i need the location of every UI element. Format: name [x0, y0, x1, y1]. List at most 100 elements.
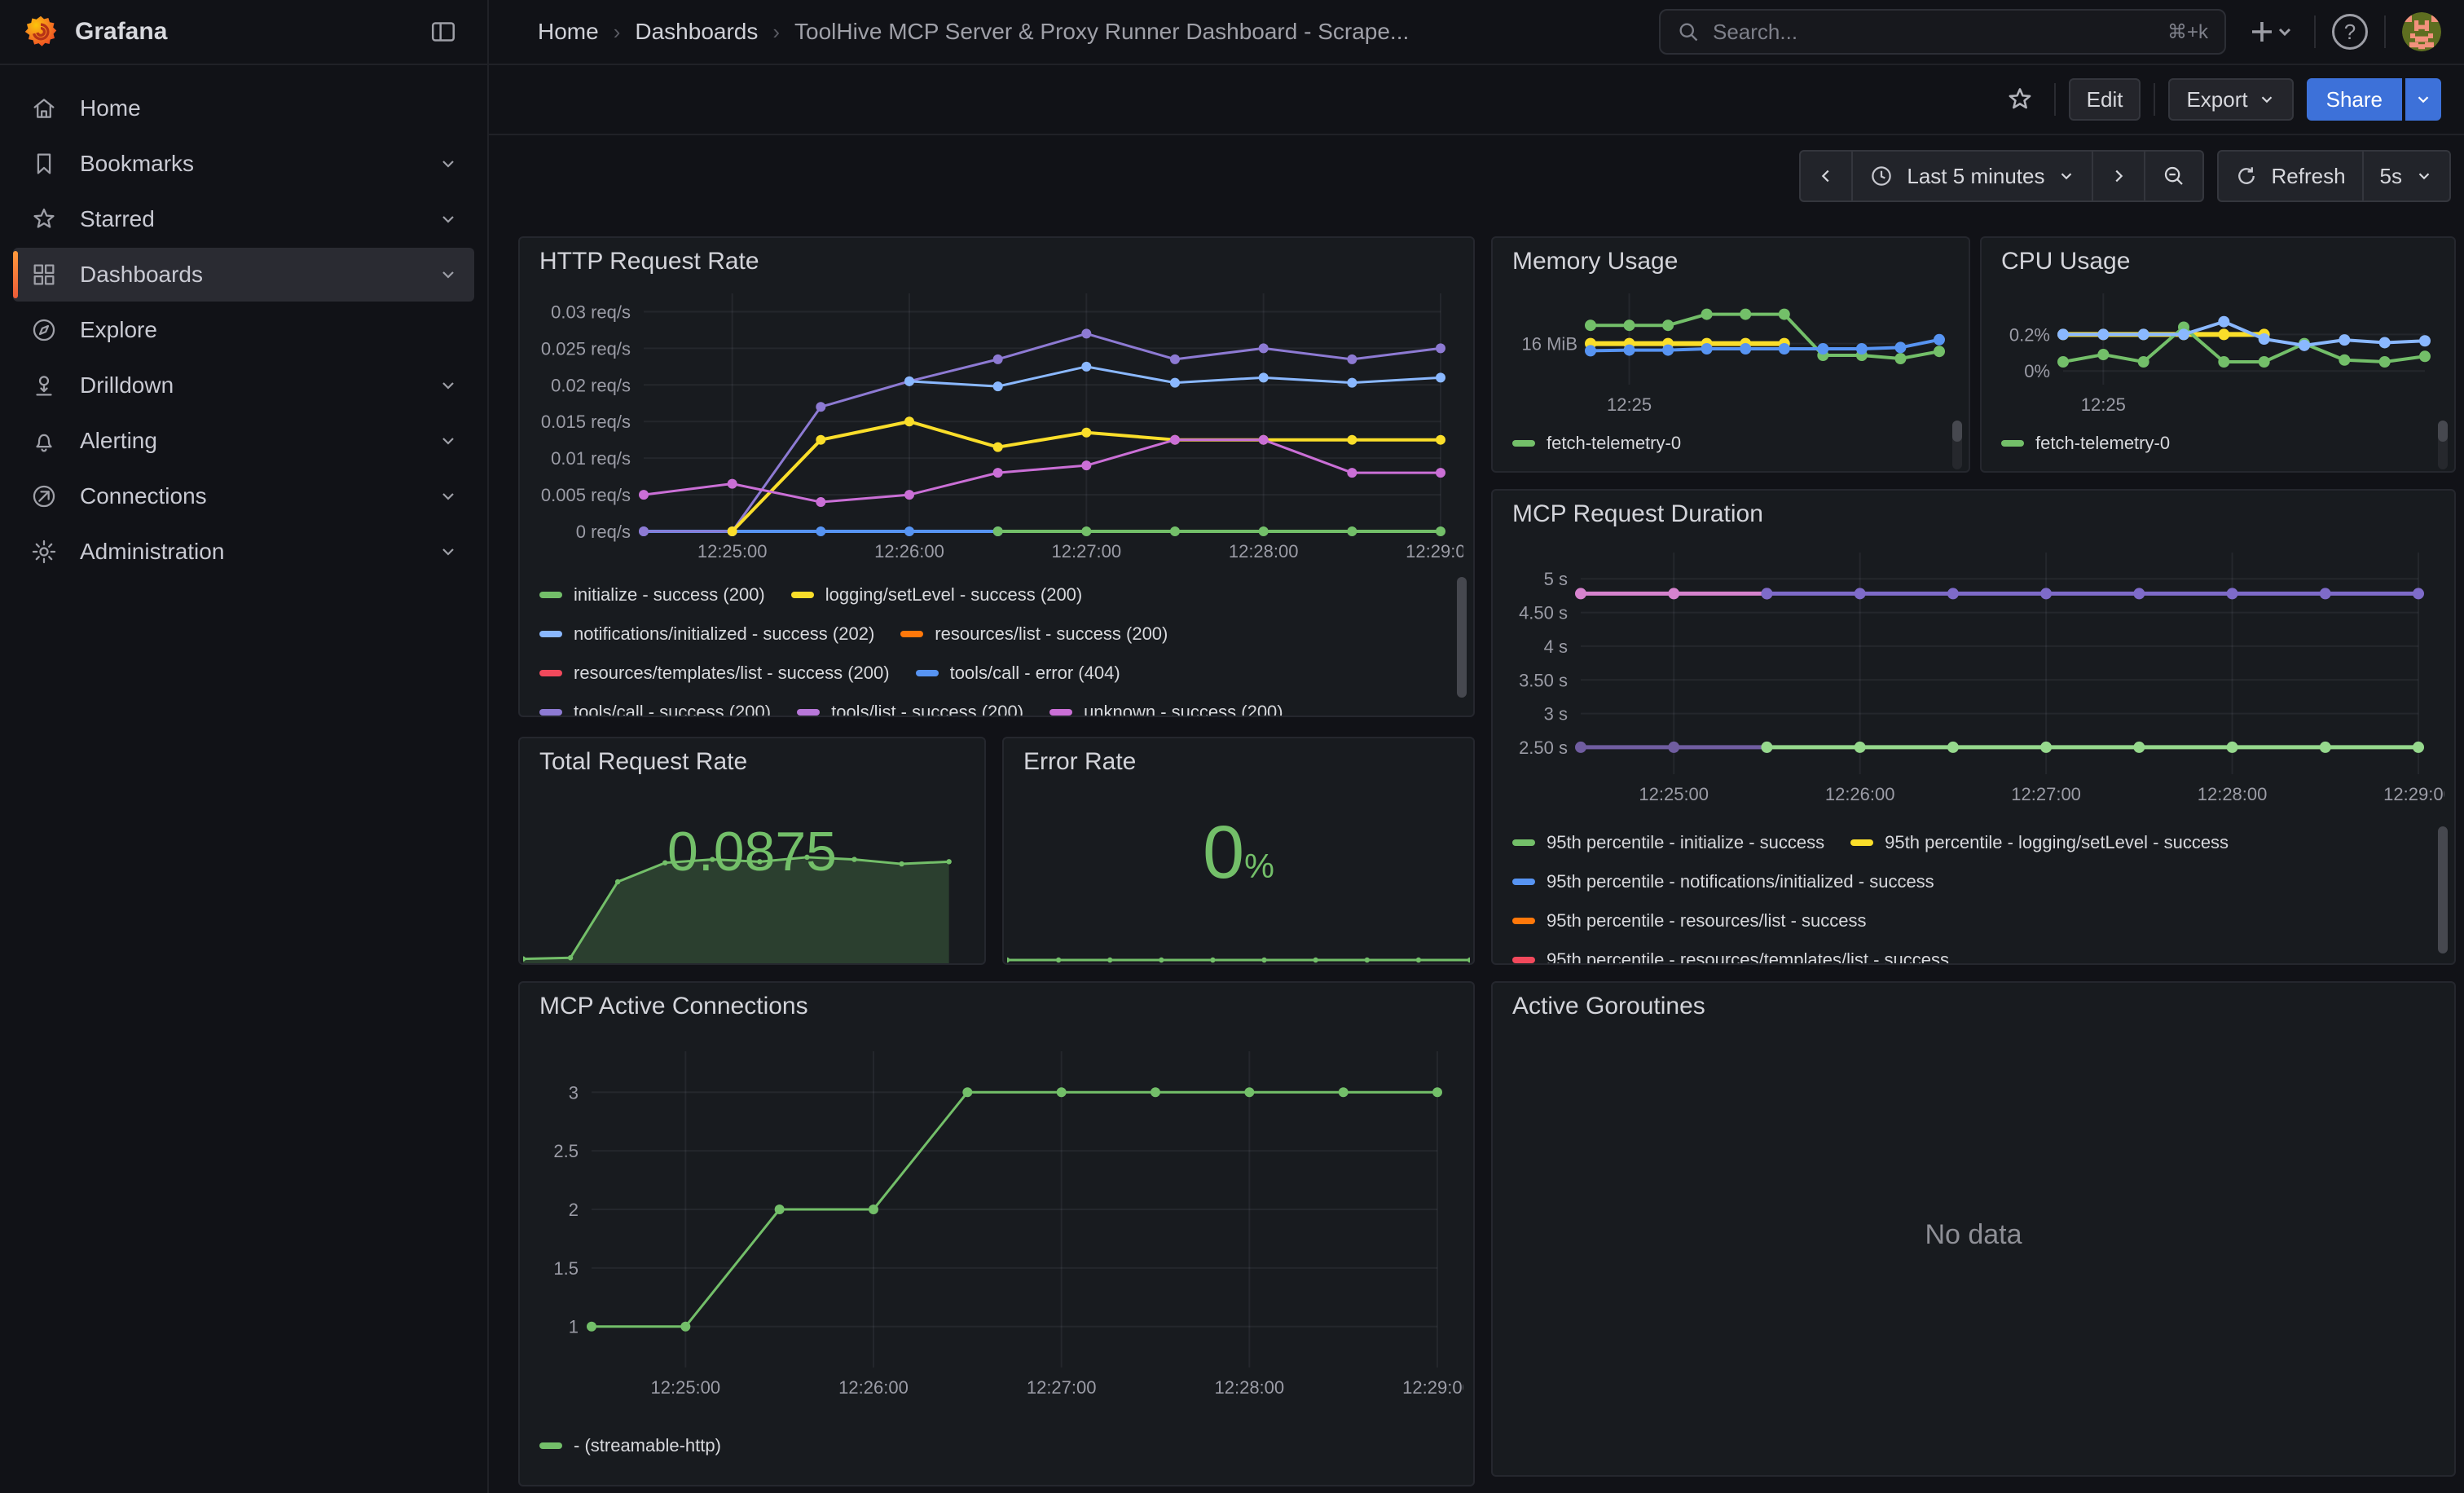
legend-item[interactable]: fetch-telemetry-0 — [2001, 433, 2170, 454]
svg-text:0.02 req/s: 0.02 req/s — [551, 375, 631, 395]
legend-item[interactable]: logging/setLevel - success (200) — [791, 584, 1083, 606]
chevron-down-icon[interactable] — [438, 487, 458, 506]
panel-title[interactable]: Error Rate — [1023, 748, 1136, 776]
svg-text:1.5: 1.5 — [553, 1258, 579, 1279]
svg-text:5 s: 5 s — [1544, 569, 1568, 589]
sidebar-item-connections[interactable]: Connections — [13, 469, 474, 523]
sidebar-item-explore[interactable]: Explore — [13, 303, 474, 357]
legend-scrollbar[interactable] — [1952, 421, 1962, 442]
legend-item[interactable]: unknown - success (200) — [1049, 702, 1283, 717]
chevron-down-icon[interactable] — [438, 154, 458, 174]
legend-label: notifications/initialized - success (202… — [574, 623, 874, 645]
legend-item[interactable]: 95th percentile - notifications/initiali… — [1512, 871, 1934, 892]
dashboard-toolbar: Edit Export Share — [489, 65, 2464, 135]
sidebar-header: Grafana — [0, 0, 487, 65]
legend-scrollbar[interactable] — [2438, 421, 2448, 442]
sidebar-item-administration[interactable]: Administration — [13, 525, 474, 579]
time-shift-forward-button[interactable] — [2092, 150, 2145, 202]
breadcrumb-home[interactable]: Home — [538, 19, 599, 45]
chevron-down-icon[interactable] — [438, 265, 458, 284]
sidebar-item-label: Bookmarks — [80, 151, 417, 177]
legend-swatch — [539, 670, 562, 676]
svg-text:12:25: 12:25 — [1607, 394, 1652, 415]
legend-row: fetch-telemetry-0 — [2001, 424, 2428, 463]
legend-swatch — [539, 592, 562, 598]
legend-label: fetch-telemetry-0 — [2035, 433, 2170, 454]
legend-swatch — [539, 1442, 562, 1449]
legend-item[interactable]: - (streamable-http) — [539, 1435, 721, 1456]
chevron-down-icon[interactable] — [438, 376, 458, 395]
search-box[interactable]: ⌘+k — [1659, 9, 2226, 55]
edit-button[interactable]: Edit — [2069, 78, 2141, 121]
panel-title[interactable]: Active Goroutines — [1512, 993, 1705, 1020]
legend-item[interactable]: 95th percentile - logging/setLevel - suc… — [1850, 832, 2229, 853]
legend-label: unknown - success (200) — [1084, 702, 1283, 717]
legend-item[interactable]: tools/call - success (200) — [539, 702, 771, 717]
legend-label: tools/call - error (404) — [950, 663, 1120, 684]
breadcrumb-separator: › — [772, 20, 780, 45]
sidebar-item-bookmarks[interactable]: Bookmarks — [13, 137, 474, 191]
chevron-down-icon[interactable] — [438, 209, 458, 229]
grafana-logo[interactable] — [23, 14, 59, 50]
chart-legend: initialize - success (200) logging/setLev… — [539, 575, 1447, 717]
gear-icon — [29, 538, 59, 566]
sidebar-item-dashboards[interactable]: Dashboards — [13, 248, 474, 302]
panel-title[interactable]: Memory Usage — [1512, 248, 1678, 275]
legend-row: tools/call - success (200) tools/list - s… — [539, 693, 1447, 717]
share-button[interactable]: Share — [2307, 78, 2402, 121]
legend-item[interactable]: resources/list - success (200) — [900, 623, 1168, 645]
svg-text:0.2%: 0.2% — [2009, 324, 2050, 345]
panel-title[interactable]: MCP Request Duration — [1512, 500, 1763, 528]
sidebar-collapse-icon[interactable] — [422, 11, 464, 53]
legend-item[interactable]: 95th percentile - initialize - success — [1512, 832, 1824, 853]
legend-scrollbar[interactable] — [1457, 577, 1467, 698]
user-avatar[interactable] — [2402, 12, 2441, 51]
search-input[interactable] — [1713, 20, 2154, 45]
sidebar-item-alerting[interactable]: Alerting — [13, 414, 474, 468]
panel-title[interactable]: CPU Usage — [2001, 248, 2130, 275]
legend-item[interactable]: 95th percentile - resources/list - succe… — [1512, 910, 1867, 931]
share-dropdown-caret[interactable] — [2405, 78, 2441, 121]
export-button[interactable]: Export — [2168, 78, 2293, 121]
legend-item[interactable]: tools/list - success (200) — [797, 702, 1023, 717]
legend-item[interactable]: resources/templates/list - success (200) — [539, 663, 890, 684]
panel-title[interactable]: HTTP Request Rate — [539, 248, 759, 275]
legend-item[interactable]: 95th percentile - resources/templates/li… — [1512, 949, 1949, 965]
legend-label: resources/list - success (200) — [935, 623, 1168, 645]
refresh-button[interactable]: Refresh — [2217, 150, 2363, 202]
legend-row: 95th percentile - initialize - success 95… — [1512, 823, 2428, 862]
legend-swatch — [791, 592, 814, 598]
svg-text:12:26:00: 12:26:00 — [838, 1377, 909, 1398]
zoom-out-time-button[interactable] — [2144, 150, 2204, 202]
panel-title[interactable]: Total Request Rate — [539, 748, 747, 776]
breadcrumb-dashboards[interactable]: Dashboards — [635, 19, 758, 45]
sidebar-item-home[interactable]: Home — [13, 81, 474, 135]
legend-row: 95th percentile - resources/templates/li… — [1512, 940, 2428, 965]
legend-item[interactable]: fetch-telemetry-0 — [1512, 433, 1681, 454]
grafana-app: Grafana Home Bookmarks Starred Dashboard… — [0, 0, 2464, 1493]
drilldown-icon — [29, 372, 59, 399]
svg-text:0.015 req/s: 0.015 req/s — [541, 412, 631, 432]
legend-item[interactable]: initialize - success (200) — [539, 584, 765, 606]
legend-item[interactable]: notifications/initialized - success (202… — [539, 623, 874, 645]
refresh-interval-picker[interactable]: 5s — [2362, 150, 2451, 202]
legend-item[interactable]: tools/call - error (404) — [916, 663, 1120, 684]
sidebar-item-starred[interactable]: Starred — [13, 192, 474, 246]
panel-title[interactable]: MCP Active Connections — [539, 993, 808, 1020]
legend-scrollbar[interactable] — [2438, 826, 2448, 953]
sidebar-item-drilldown[interactable]: Drilldown — [13, 359, 474, 412]
time-range-group: Last 5 minutes — [1799, 150, 2204, 202]
favorite-star-icon[interactable] — [1999, 78, 2041, 121]
chevron-down-icon[interactable] — [438, 542, 458, 562]
chart-legend: - (streamable-http) — [539, 1426, 1447, 1465]
add-new-button[interactable] — [2242, 12, 2298, 51]
chevron-down-icon[interactable] — [438, 431, 458, 451]
legend-swatch — [1850, 839, 1873, 846]
time-range-picker[interactable]: Last 5 minutes — [1851, 150, 2093, 202]
svg-text:0.03 req/s: 0.03 req/s — [551, 302, 631, 322]
time-shift-back-button[interactable] — [1799, 150, 1853, 202]
panel-total-request-rate: Total Request Rate 0.0875 — [518, 737, 986, 965]
legend-label: initialize - success (200) — [574, 584, 765, 606]
help-icon[interactable]: ? — [2332, 14, 2368, 50]
breadcrumb: Home › Dashboards › ToolHive MCP Server … — [538, 19, 1409, 45]
